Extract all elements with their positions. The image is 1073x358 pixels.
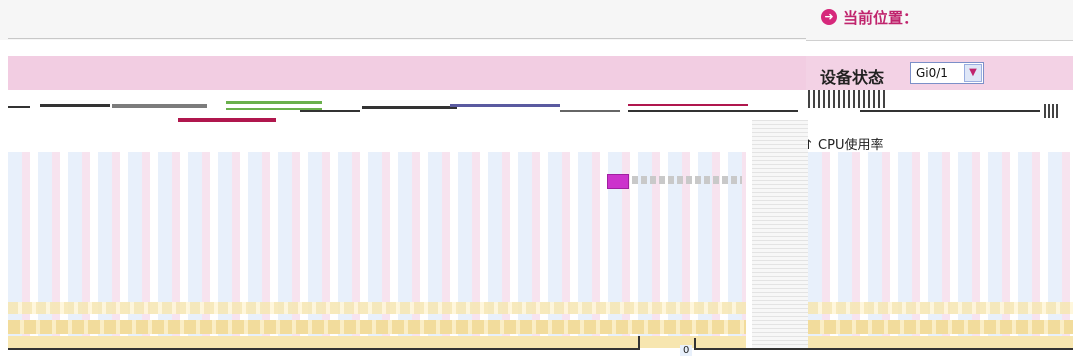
divider [8, 38, 806, 39]
x-axis-line [694, 348, 1073, 350]
breadcrumb-label: 当前位置： [843, 9, 919, 27]
garbled-title [808, 90, 888, 108]
toolbar-band [8, 56, 806, 90]
x-axis-line [8, 348, 640, 350]
port-select[interactable]: Gi0/1 ▼ [910, 62, 984, 84]
chart-series-label: ↑ CPU使用率 [803, 134, 883, 153]
axis-tick [694, 338, 696, 350]
arrow-circle-icon: ➜ [821, 9, 837, 25]
divider [806, 40, 1073, 41]
grip-icon [1044, 104, 1058, 118]
cpu-usage-label: CPU使用率 [818, 138, 884, 153]
port-select-value: Gi0/1 [916, 66, 948, 80]
chevron-down-icon[interactable]: ▼ [964, 64, 982, 82]
chart-legend-strip [0, 98, 1073, 126]
chart-y-axis [752, 120, 808, 348]
chart-plot-right [808, 152, 1073, 348]
axis-tick [638, 336, 640, 350]
legend-text-garbled [632, 176, 742, 184]
axis-zero-label: 0 [680, 345, 693, 356]
legend-swatch [607, 174, 629, 189]
device-status-label: 设备状态 [820, 68, 885, 87]
